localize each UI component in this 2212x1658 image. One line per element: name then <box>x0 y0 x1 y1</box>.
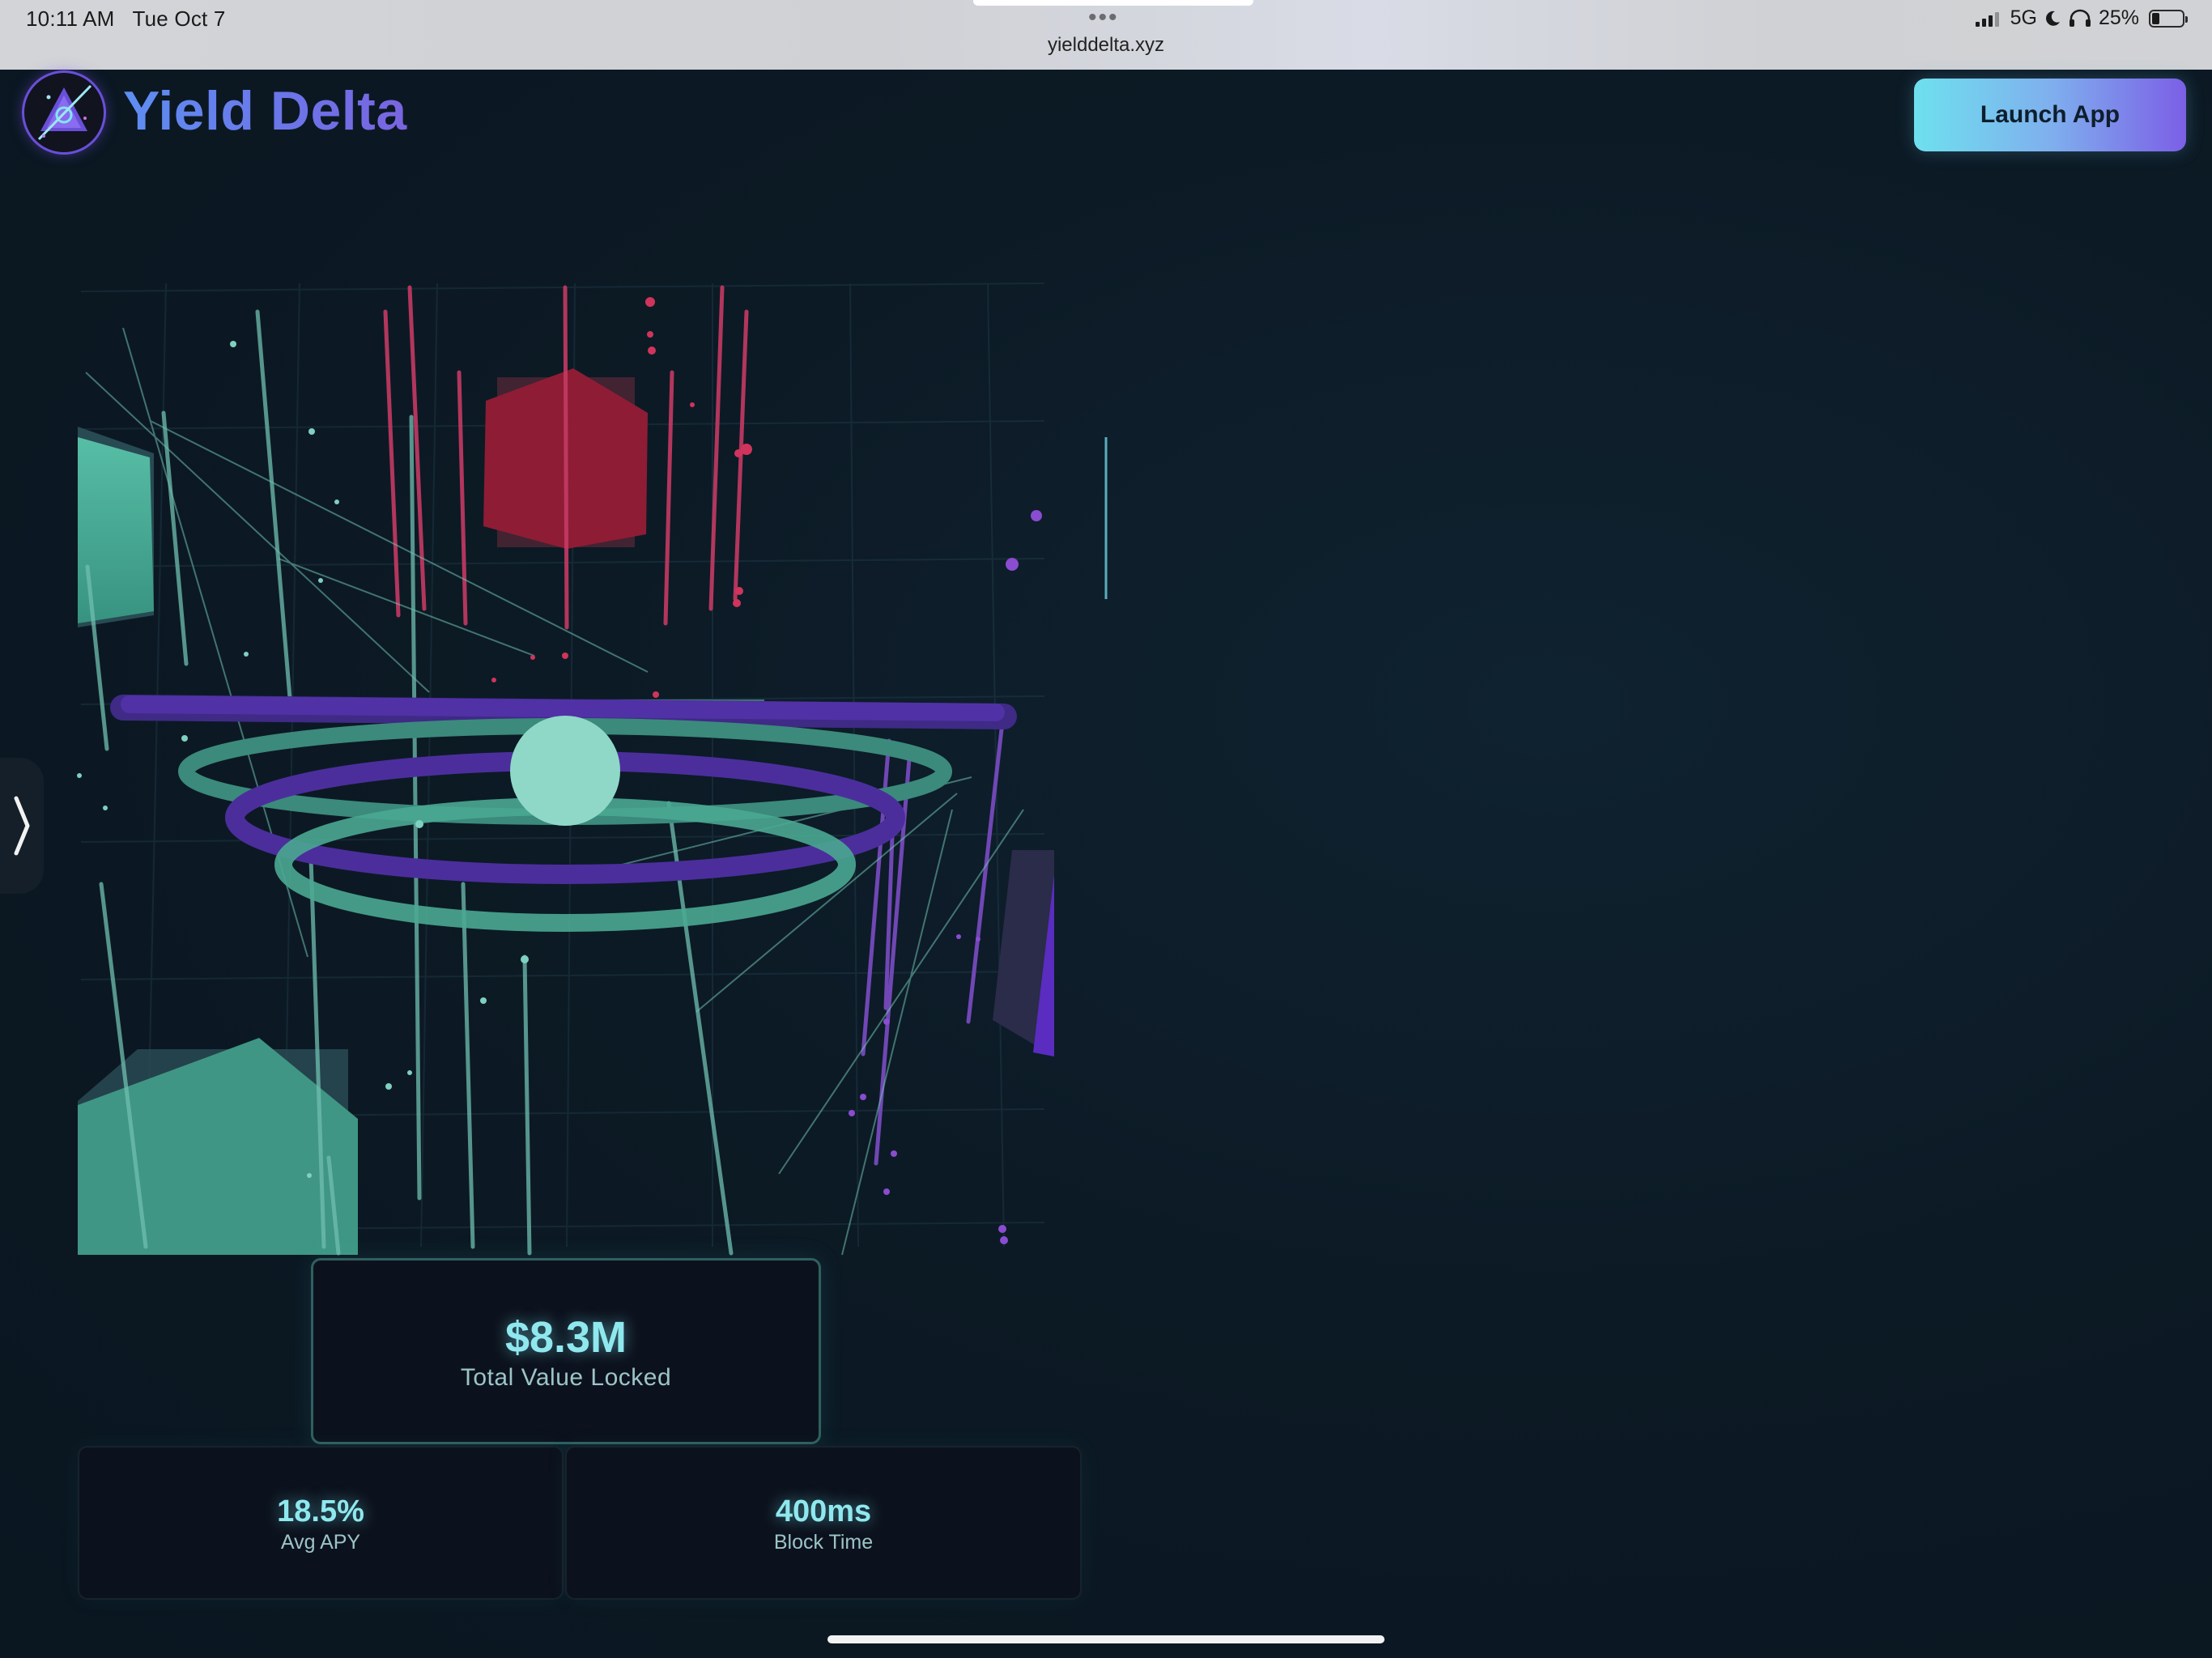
chevron-right-icon <box>14 796 30 856</box>
apy-label: Avg APY <box>280 1531 361 1554</box>
block-time-card: 400ms Block Time <box>565 1446 1082 1600</box>
purple-block-right <box>993 850 1054 1056</box>
teal-block-bottom <box>78 1038 358 1255</box>
brand-name[interactable]: Yield Delta <box>123 79 407 142</box>
apy-card: 18.5% Avg APY <box>78 1446 564 1600</box>
center-orb <box>510 716 620 826</box>
tvl-value: $8.3M <box>504 1313 627 1362</box>
side-drawer-tab[interactable] <box>0 758 44 894</box>
launch-app-button[interactable]: Launch App <box>1914 79 2186 151</box>
tvl-label: Total Value Locked <box>460 1364 672 1391</box>
tvl-card: $8.3M Total Value Locked <box>311 1258 821 1444</box>
home-indicator[interactable] <box>827 1635 1385 1643</box>
yield-delta-logo[interactable] <box>24 73 104 152</box>
block-time-label: Block Time <box>773 1531 874 1554</box>
logo-triangle-icon <box>37 84 92 141</box>
apy-value: 18.5% <box>277 1494 364 1528</box>
block-time-value: 400ms <box>775 1494 872 1528</box>
